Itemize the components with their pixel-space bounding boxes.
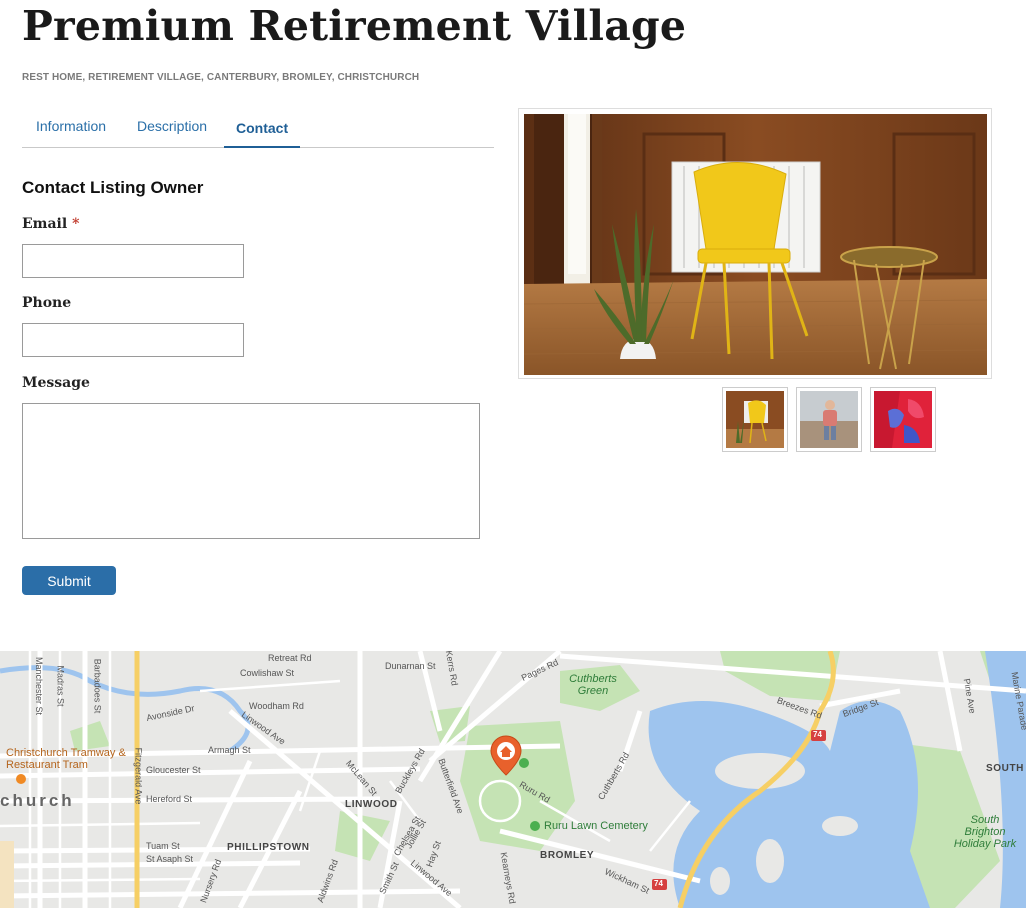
gallery-thumbnail[interactable]	[722, 387, 788, 452]
yellow-chair-room-photo[interactable]	[524, 114, 987, 375]
place-label: Ruru Lawn Cemetery	[544, 820, 648, 832]
street-label: Manchester St	[34, 656, 45, 716]
street-label: Barbadoes St	[92, 658, 103, 714]
tab-contact[interactable]: Contact	[224, 110, 301, 148]
category-tag[interactable]: REST HOME	[22, 72, 82, 83]
location-map[interactable]: Retreat Rd Dunarnan St Kerrs Rd Pages Rd…	[0, 651, 1026, 908]
highway-shield: 74	[813, 730, 822, 739]
gallery-thumbnail[interactable]	[796, 387, 862, 452]
listing-categories: REST HOME, RETIREMENT VILLAGE, CANTERBUR…	[22, 72, 420, 83]
page-title: Premium Retirement Village	[22, 2, 687, 50]
map-canvas[interactable]	[0, 651, 1026, 908]
suburb-label: LINWOOD	[345, 799, 398, 810]
street-label: Dunarnan St	[385, 661, 436, 671]
place-label: South Brighton Holiday Park	[953, 814, 1017, 850]
submit-button[interactable]: Submit	[22, 566, 116, 595]
yellow-chair-room-thumbnail	[726, 391, 784, 448]
message-field[interactable]	[22, 403, 480, 539]
colorful-fabric-thumbnail	[874, 391, 932, 448]
gallery-thumbnail[interactable]	[870, 387, 936, 452]
street-label: Madras St	[55, 665, 66, 707]
street-label: Woodham Rd	[249, 701, 304, 711]
street-label: Cowlishaw St	[240, 668, 295, 678]
category-tag[interactable]: BROMLEY	[282, 72, 332, 83]
street-label: St Asaph St	[146, 854, 194, 864]
suburb-label: church	[0, 791, 75, 810]
required-asterisk: *	[72, 216, 80, 232]
email-label: Email *	[22, 216, 80, 232]
highway-shield: 74	[654, 879, 663, 888]
tab-information[interactable]: Information	[36, 118, 106, 148]
street-label: Gloucester St	[146, 765, 201, 775]
place-label: Christchurch Tramway & Restaurant Tram	[6, 747, 126, 771]
suburb-label: PHILLIPSTOWN	[227, 842, 310, 853]
street-label: Hereford St	[146, 794, 193, 804]
phone-field[interactable]	[22, 323, 244, 357]
category-tag[interactable]: RETIREMENT VILLAGE	[88, 72, 201, 83]
tab-description[interactable]: Description	[137, 118, 207, 148]
beach-walker-thumbnail	[800, 391, 858, 448]
street-label: Retreat Rd	[268, 653, 312, 663]
street-label: Armagh St	[208, 745, 251, 755]
place-label: Cuthberts Green	[569, 673, 617, 697]
contact-form-heading: Contact Listing Owner	[22, 178, 204, 197]
suburb-label: SOUTH BRIGHT	[986, 763, 1026, 774]
message-label: Message	[22, 375, 90, 391]
category-tag[interactable]: CHRISTCHURCH	[337, 72, 419, 83]
suburb-label: BROMLEY	[540, 850, 595, 861]
street-label: Tuam St	[146, 841, 180, 851]
street-label: Fitzgerald Ave	[133, 747, 144, 805]
listing-tabs: Information Description Contact	[22, 110, 494, 148]
category-tag[interactable]: CANTERBURY	[207, 72, 277, 83]
phone-label: Phone	[22, 295, 72, 311]
main-photo-frame	[518, 108, 992, 379]
email-field[interactable]	[22, 244, 244, 278]
